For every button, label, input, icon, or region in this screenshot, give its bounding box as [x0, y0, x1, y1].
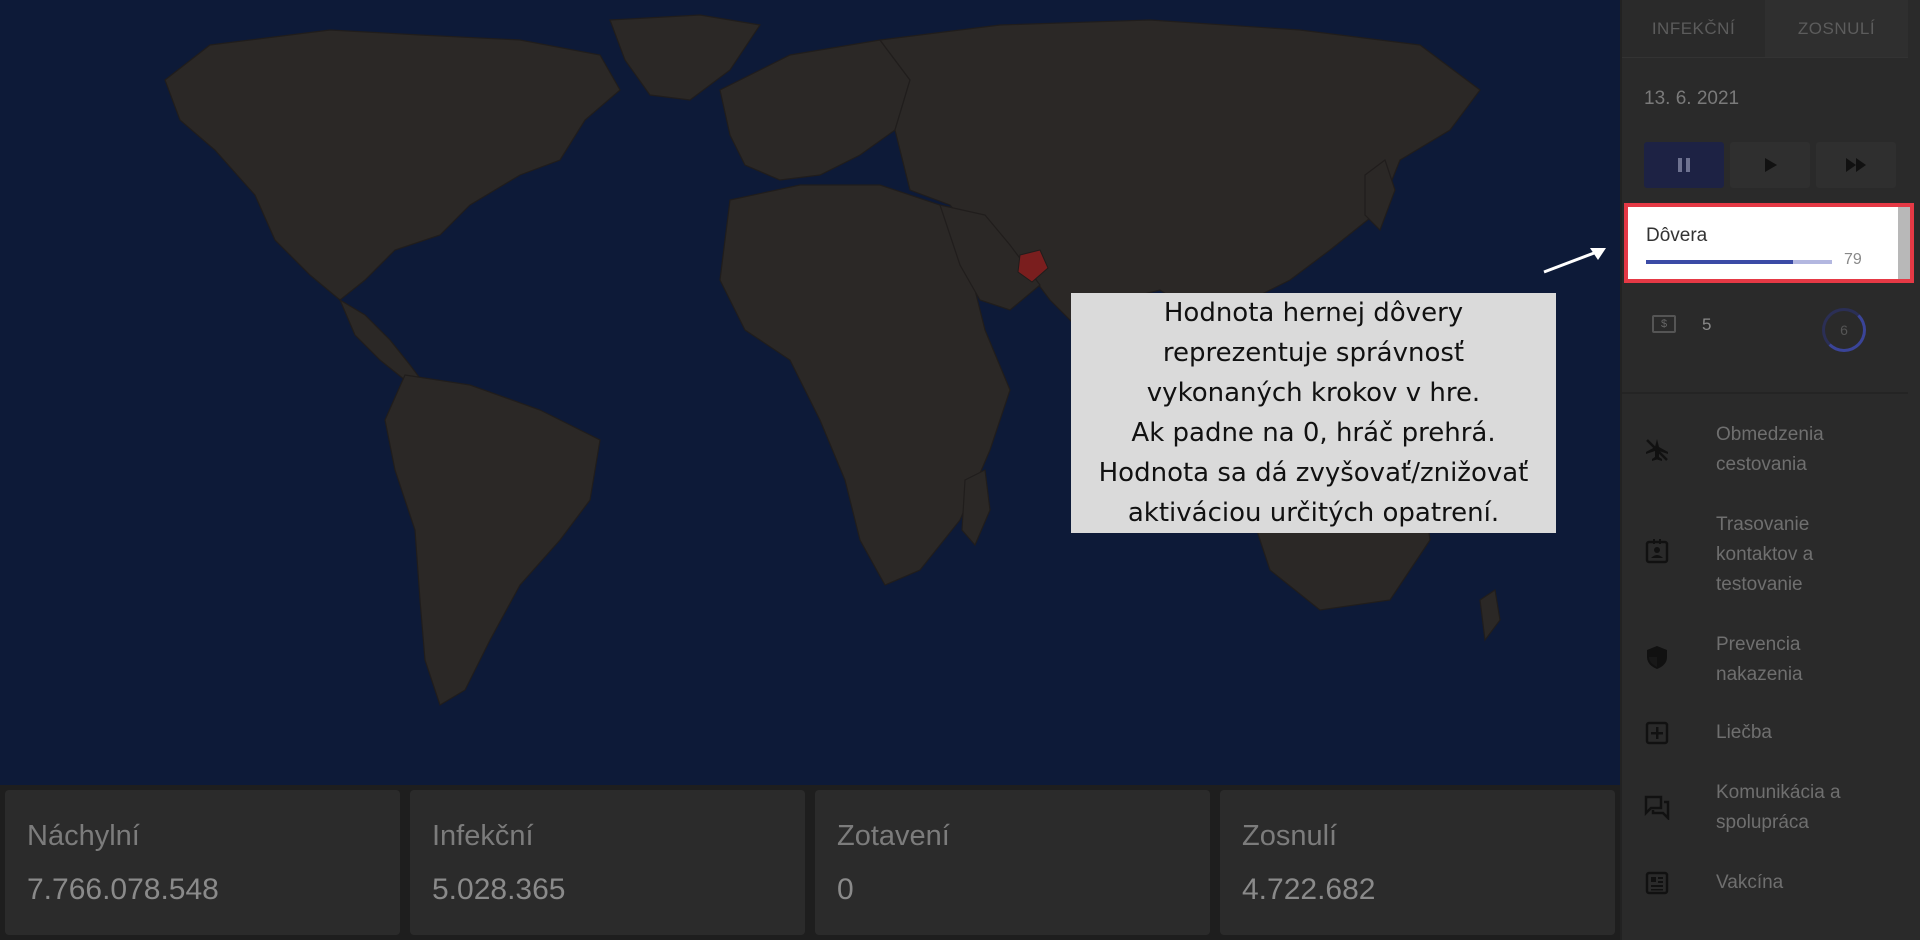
trust-label: Dôvera — [1646, 225, 1708, 246]
divider — [1622, 392, 1908, 394]
play-icon — [1765, 158, 1777, 172]
contact-badge-icon — [1644, 538, 1670, 564]
measure-label: Vakcína — [1716, 872, 1784, 893]
region-new-zealand[interactable] — [1479, 588, 1501, 642]
region-central-america[interactable] — [338, 298, 427, 386]
trust-progress-fill — [1646, 260, 1793, 264]
region-south-america[interactable] — [384, 374, 601, 706]
stat-card-recovered: Zotavení 0 — [815, 790, 1210, 935]
measure-label: Liečba — [1716, 722, 1772, 743]
tab-infected[interactable]: INFEKČNÍ — [1622, 0, 1765, 58]
measure-label: Trasovanie kontaktov a testovanie — [1716, 514, 1814, 595]
region-madagascar[interactable] — [961, 469, 991, 547]
trust-meter-highlight: Dôvera 79 — [1624, 203, 1914, 283]
stat-label: Zosnulí — [1242, 820, 1338, 852]
tutorial-line: reprezentuje správnosť — [1162, 338, 1465, 368]
game-date: 13. 6. 2021 — [1644, 88, 1740, 109]
vaccine-icon — [1644, 870, 1670, 896]
tutorial-line: vykonaných krokov v hre. — [1146, 378, 1481, 408]
tutorial-line: Hodnota sa dá zvyšovať/znižovať — [1098, 458, 1529, 488]
tutorial-arrow-icon — [1543, 248, 1606, 274]
measure-label: Komunikácia a spolupráca — [1716, 782, 1841, 833]
scrollbar-thumb[interactable] — [1898, 207, 1910, 279]
points-value: 6 — [1840, 322, 1848, 338]
stat-card-deceased: Zosnulí 4.722.682 — [1220, 790, 1615, 935]
region-north-america[interactable] — [164, 29, 621, 301]
medical-plus-icon — [1644, 720, 1670, 746]
trust-progress-bar — [1646, 260, 1832, 264]
statistics-panel: Náchylní 7.766.078.548 Infekční 5.028.36… — [0, 785, 1620, 940]
stat-label: Náchylní — [27, 820, 140, 852]
plane-off-icon — [1644, 437, 1670, 463]
pause-icon — [1678, 158, 1690, 172]
sidebar: INFEKČNÍ ZOSNULÍ 13. 6. 2021 Dôvera 79 $… — [1620, 0, 1920, 940]
money-icon: $ — [1652, 315, 1676, 333]
trust-value: 79 — [1844, 251, 1862, 268]
region-europe[interactable] — [719, 39, 911, 181]
speed-controls — [1644, 142, 1896, 188]
stat-card-susceptible: Náchylní 7.766.078.548 — [5, 790, 400, 935]
shield-icon — [1644, 644, 1670, 670]
tutorial-tooltip[interactable]: Hodnota hernej dôvery reprezentuje správ… — [1071, 293, 1556, 533]
chat-icon — [1644, 794, 1670, 820]
tutorial-text: Hodnota hernej dôvery reprezentuje správ… — [1099, 293, 1529, 533]
stat-value: 7.766.078.548 — [27, 873, 219, 906]
pause-button[interactable] — [1644, 142, 1724, 188]
points-indicator: 6 — [1822, 308, 1866, 352]
sidebar-tabs: INFEKČNÍ ZOSNULÍ — [1622, 0, 1908, 58]
tutorial-line: Hodnota hernej dôvery — [1163, 298, 1464, 328]
stat-card-infected: Infekční 5.028.365 — [410, 790, 805, 935]
tutorial-line: Ak padne na 0, hráč prehrá. — [1131, 418, 1496, 448]
stat-label: Infekční — [432, 820, 534, 852]
stat-value: 0 — [837, 873, 854, 906]
fast-forward-icon — [1846, 158, 1866, 172]
measure-label: Prevencia nakazenia — [1716, 634, 1803, 685]
fast-forward-button[interactable] — [1816, 142, 1896, 188]
tab-deceased[interactable]: ZOSNULÍ — [1765, 0, 1908, 58]
play-button[interactable] — [1730, 142, 1810, 188]
resources-row: $ 5 6 — [1652, 305, 1902, 355]
money-value: 5 — [1702, 315, 1712, 334]
stat-value: 5.028.365 — [432, 873, 566, 906]
tutorial-line: aktiváciou určitých opatrení. — [1127, 498, 1500, 528]
stat-value: 4.722.682 — [1242, 873, 1376, 906]
stat-label: Zotavení — [837, 820, 950, 852]
measure-label: Obmedzenia cestovania — [1716, 424, 1824, 475]
